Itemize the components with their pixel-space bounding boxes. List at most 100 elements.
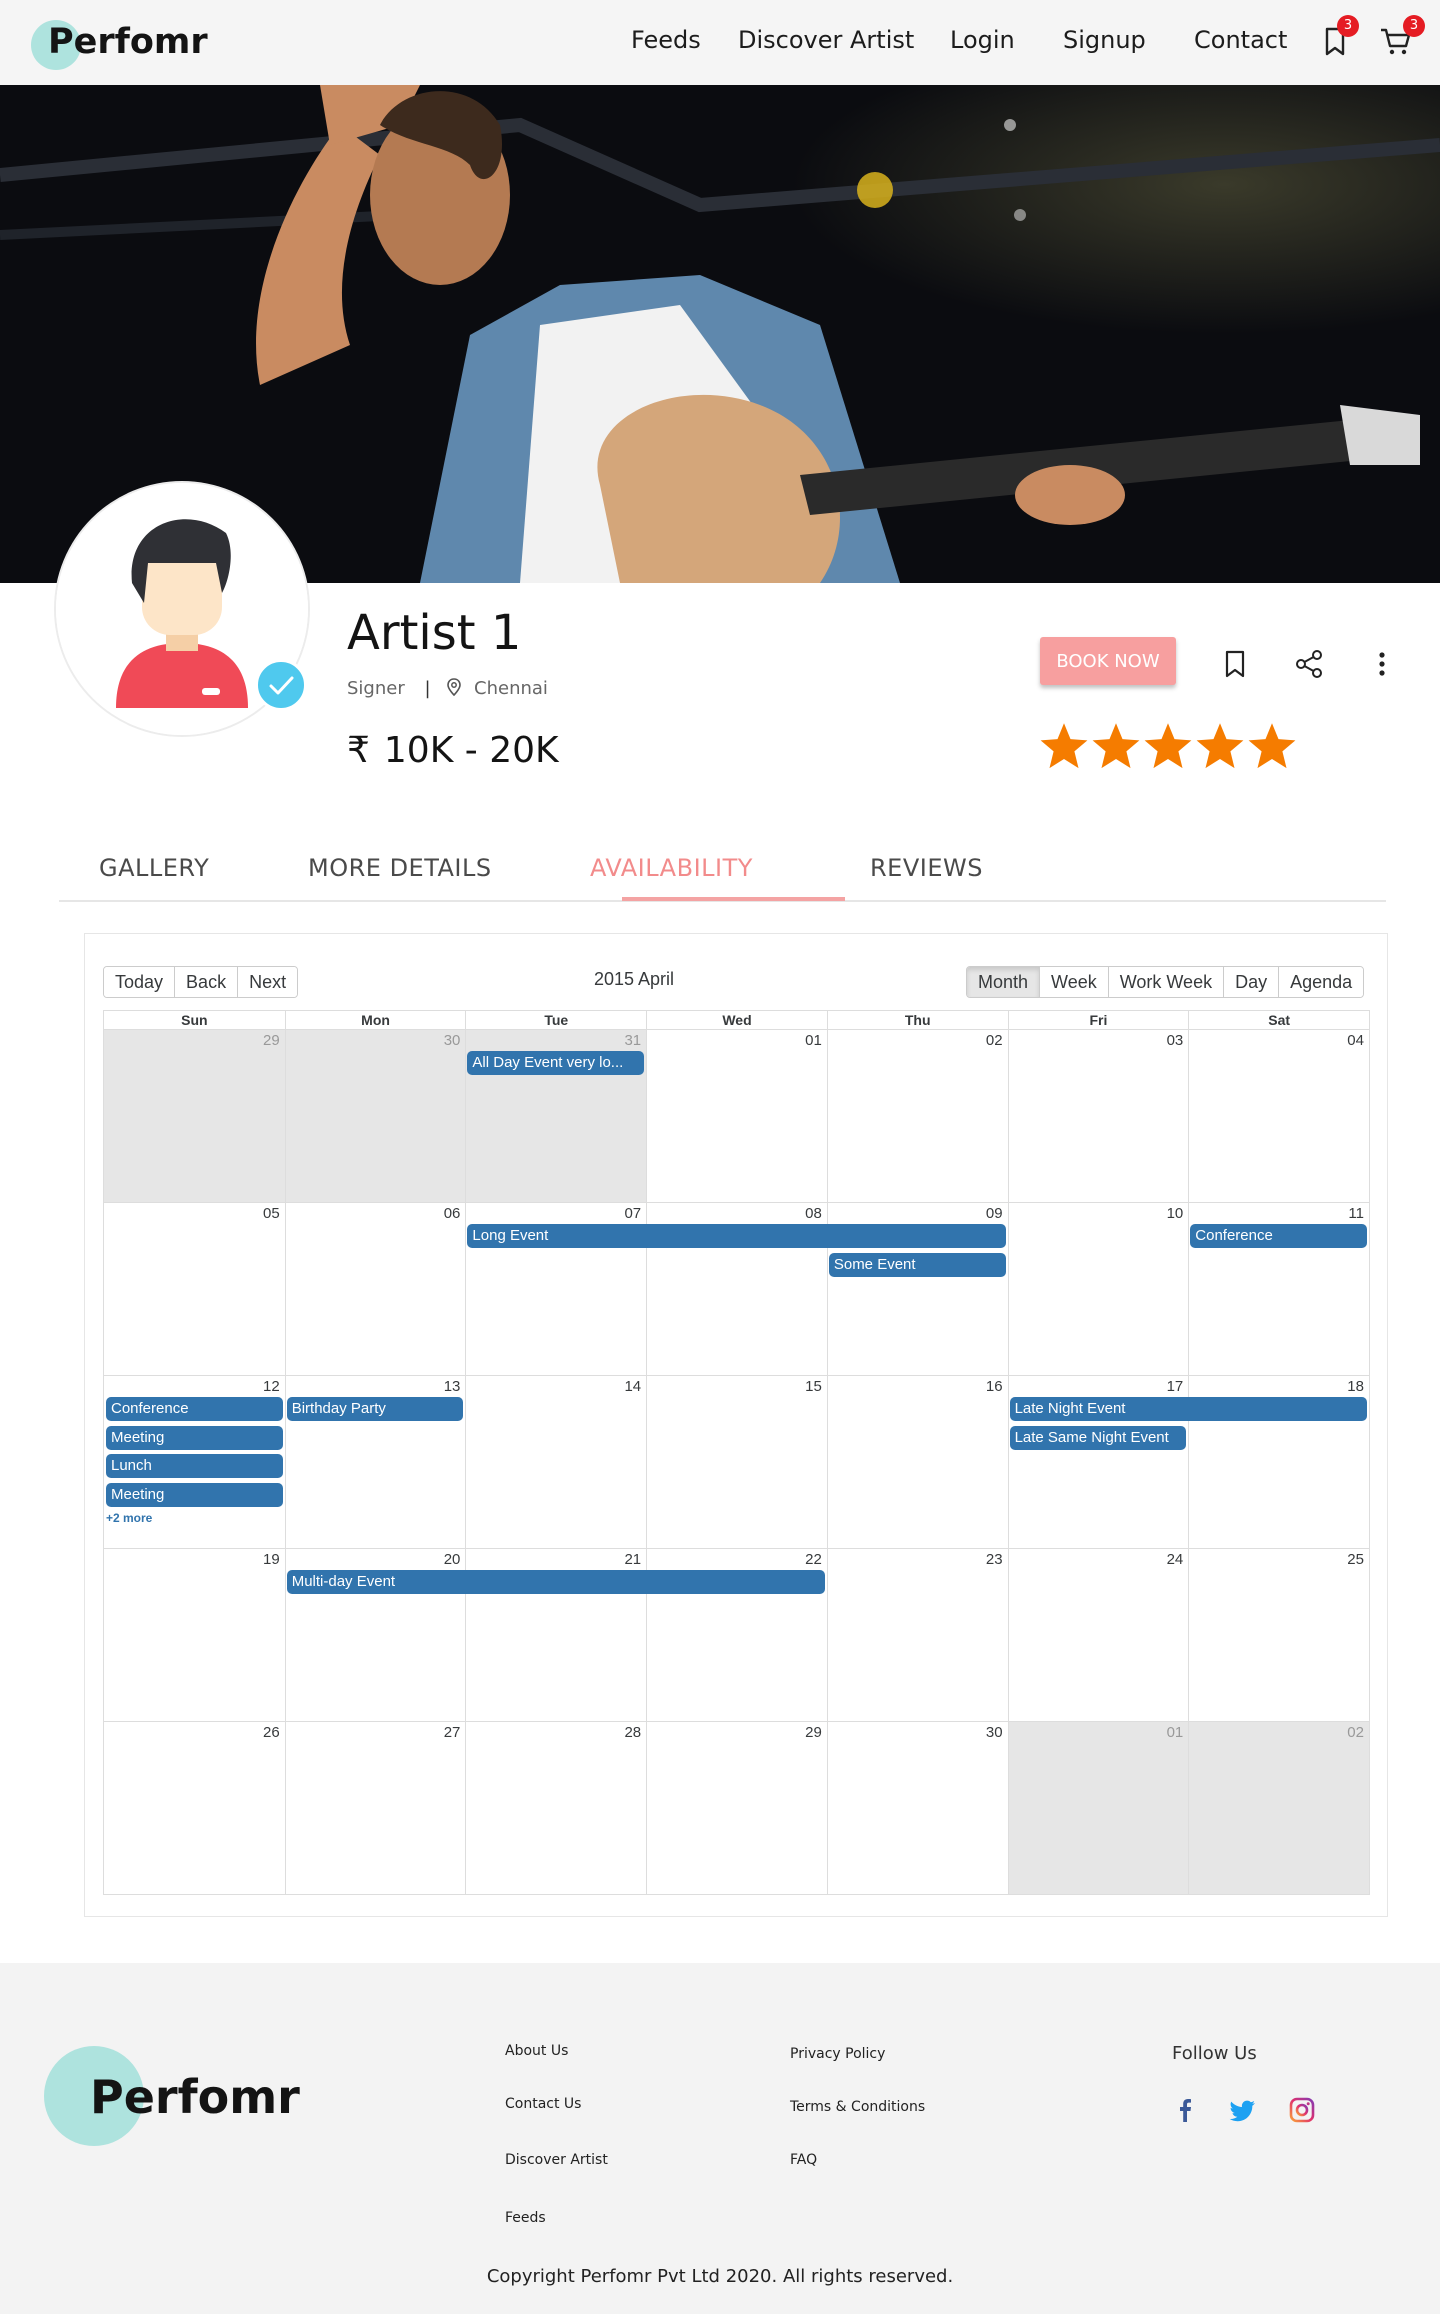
calendar-event[interactable]: Lunch [106, 1454, 283, 1478]
date-number[interactable]: 21 [465, 1551, 641, 1568]
date-number[interactable]: 16 [827, 1378, 1003, 1395]
date-number[interactable]: 17 [1008, 1378, 1184, 1395]
calendar-event[interactable]: Birthday Party [286, 1397, 464, 1421]
nav-link-contact[interactable]: Contact [1194, 26, 1287, 54]
bookmark-artist-icon[interactable] [1220, 648, 1250, 680]
date-number[interactable]: 12 [104, 1378, 280, 1395]
day-cell[interactable] [1188, 1722, 1369, 1894]
day-cell[interactable] [1007, 1549, 1189, 1721]
date-number[interactable]: 06 [285, 1205, 461, 1222]
date-number[interactable]: 28 [465, 1724, 641, 1741]
share-icon[interactable] [1293, 648, 1325, 680]
brand-logo[interactable]: Perfomr [48, 22, 208, 62]
day-cell[interactable] [1188, 1549, 1369, 1721]
day-cell[interactable] [646, 1030, 827, 1202]
date-number[interactable]: 10 [1008, 1205, 1184, 1222]
day-cell[interactable] [1007, 1203, 1189, 1375]
date-number[interactable]: 05 [104, 1205, 280, 1222]
tab-gallery[interactable]: GALLERY [99, 854, 209, 882]
date-number[interactable]: 30 [827, 1724, 1003, 1741]
calendar-event[interactable]: Some Event [828, 1252, 1006, 1277]
day-cell[interactable] [646, 1722, 827, 1894]
calendar-event[interactable]: Late Same Night Event [1009, 1425, 1187, 1450]
date-number[interactable]: 19 [104, 1551, 280, 1568]
day-cell[interactable] [826, 1722, 1008, 1894]
date-number[interactable]: 25 [1188, 1551, 1364, 1568]
date-number[interactable]: 04 [1188, 1032, 1364, 1049]
view-agenda-button[interactable]: Agenda [1279, 967, 1364, 997]
date-number[interactable]: 24 [1008, 1551, 1184, 1568]
view-work-week-button[interactable]: Work Week [1108, 967, 1225, 997]
day-cell[interactable] [284, 1030, 466, 1202]
day-cell[interactable] [284, 1722, 466, 1894]
date-number[interactable]: 02 [827, 1032, 1003, 1049]
view-week-button[interactable]: Week [1040, 967, 1109, 997]
day-cell[interactable] [104, 1549, 285, 1721]
date-number[interactable]: 15 [646, 1378, 822, 1395]
next-button[interactable]: Next [238, 967, 298, 997]
footer-link-feeds[interactable]: Feeds [505, 2210, 546, 2226]
date-number[interactable]: 14 [465, 1378, 641, 1395]
view-month-button[interactable]: Month [967, 967, 1041, 997]
day-cell[interactable] [1007, 1030, 1189, 1202]
date-number[interactable]: 22 [646, 1551, 822, 1568]
footer-link-contact-us[interactable]: Contact Us [505, 2096, 581, 2112]
date-number[interactable]: 26 [104, 1724, 280, 1741]
date-number[interactable]: 23 [827, 1551, 1003, 1568]
tab-availability[interactable]: AVAILABILITY [590, 854, 753, 882]
book-now-button[interactable]: BOOK NOW [1040, 637, 1176, 685]
calendar-event[interactable]: Conference [106, 1397, 283, 1421]
day-cell[interactable] [104, 1203, 285, 1375]
today-button[interactable]: Today [104, 967, 176, 997]
footer-link-faq[interactable]: FAQ [790, 2152, 817, 2168]
more-options-icon[interactable] [1372, 648, 1392, 680]
date-number[interactable]: 08 [646, 1205, 822, 1222]
calendar-event[interactable]: Meeting [106, 1425, 283, 1450]
calendar-event[interactable]: Late Night Event [1009, 1397, 1367, 1421]
day-cell[interactable] [1188, 1030, 1369, 1202]
date-number[interactable]: 30 [285, 1032, 461, 1049]
day-cell[interactable] [465, 1376, 646, 1548]
footer-brand-logo[interactable]: Perfomr [90, 2070, 300, 2124]
footer-link-discover-artist[interactable]: Discover Artist [505, 2152, 608, 2168]
calendar-event[interactable]: Multi-day Event [286, 1570, 825, 1594]
nav-link-login[interactable]: Login [950, 26, 1015, 54]
calendar-event[interactable]: Conference [1190, 1224, 1367, 1248]
day-cell[interactable] [646, 1376, 827, 1548]
date-number[interactable]: 27 [285, 1724, 461, 1741]
calendar-event[interactable]: Long Event [467, 1224, 1006, 1248]
nav-link-discover-artist[interactable]: Discover Artist [738, 26, 914, 54]
footer-link-terms[interactable]: Terms & Conditions [790, 2099, 925, 2115]
nav-link-feeds[interactable]: Feeds [631, 26, 701, 54]
day-cell[interactable] [826, 1376, 1008, 1548]
day-cell[interactable] [104, 1722, 285, 1894]
calendar-event[interactable]: Meeting [106, 1482, 283, 1507]
date-number[interactable]: 03 [1008, 1032, 1184, 1049]
footer-link-privacy-policy[interactable]: Privacy Policy [790, 2046, 885, 2062]
date-number[interactable]: 02 [1188, 1724, 1364, 1741]
instagram-icon[interactable] [1287, 2095, 1317, 2125]
back-button[interactable]: Back [175, 967, 239, 997]
date-number[interactable]: 31 [465, 1032, 641, 1049]
day-cell[interactable] [465, 1722, 646, 1894]
day-cell[interactable] [826, 1030, 1008, 1202]
date-number[interactable]: 29 [646, 1724, 822, 1741]
date-number[interactable]: 18 [1188, 1378, 1364, 1395]
day-cell[interactable] [104, 1030, 285, 1202]
day-cell[interactable] [826, 1549, 1008, 1721]
date-number[interactable]: 11 [1188, 1205, 1364, 1222]
day-cell[interactable] [284, 1203, 466, 1375]
calendar-event[interactable]: All Day Event very lo... [467, 1051, 645, 1075]
date-number[interactable]: 07 [465, 1205, 641, 1222]
twitter-icon[interactable] [1228, 2095, 1258, 2125]
date-number[interactable]: 20 [285, 1551, 461, 1568]
footer-link-about-us[interactable]: About Us [505, 2043, 568, 2059]
date-number[interactable]: 09 [827, 1205, 1003, 1222]
show-more-link[interactable]: +2 more [106, 1511, 152, 1525]
date-number[interactable]: 13 [285, 1378, 461, 1395]
view-day-button[interactable]: Day [1224, 967, 1280, 997]
date-number[interactable]: 01 [646, 1032, 822, 1049]
tab-more-details[interactable]: MORE DETAILS [308, 854, 492, 882]
tab-reviews[interactable]: REVIEWS [870, 854, 983, 882]
facebook-icon[interactable] [1170, 2095, 1200, 2125]
